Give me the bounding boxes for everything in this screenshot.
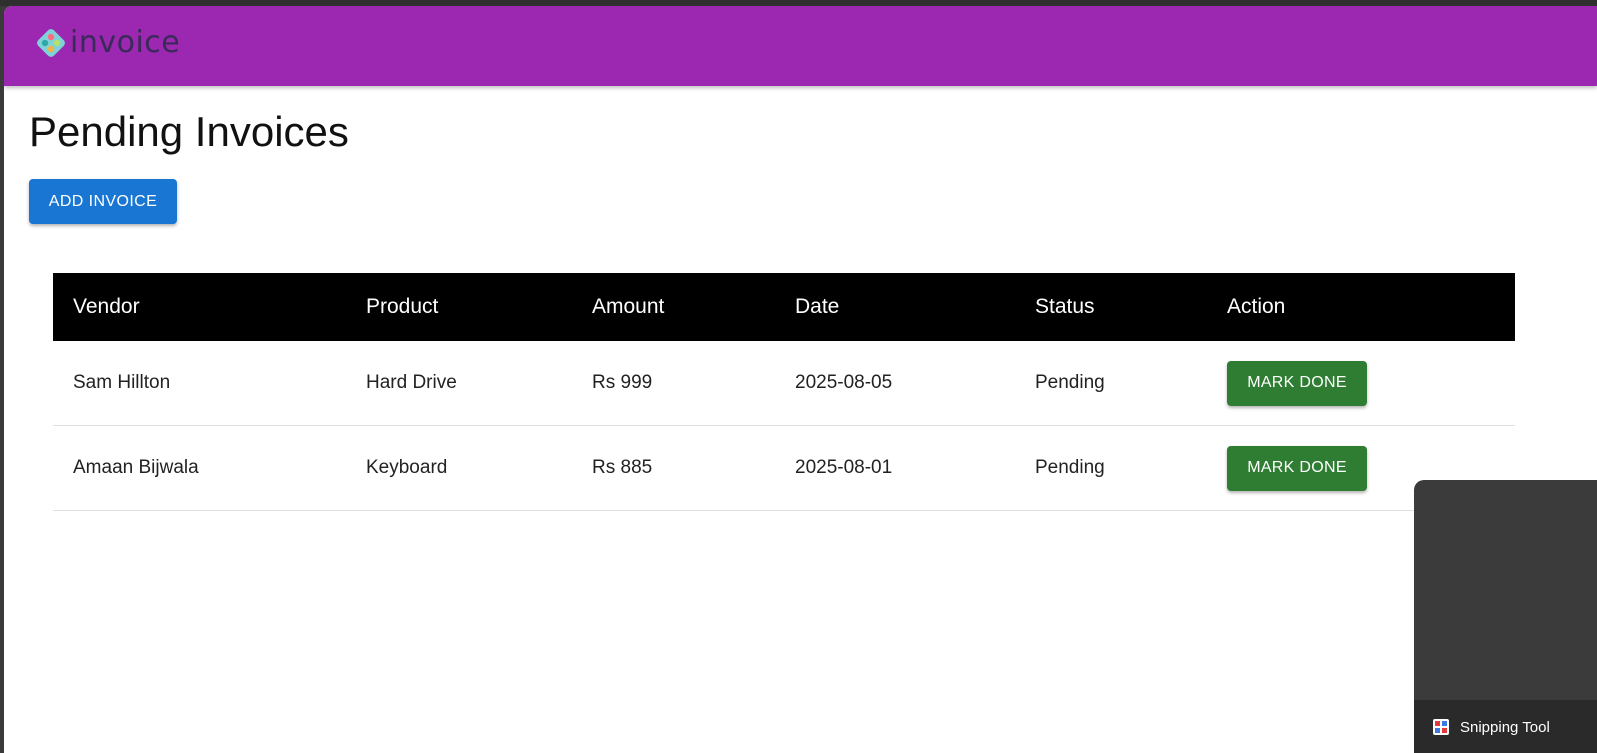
cell-product: Hard Drive (346, 341, 572, 426)
cell-status: Pending (1015, 425, 1207, 511)
cell-amount: Rs 999 (572, 341, 775, 426)
cell-vendor: Sam Hillton (53, 341, 346, 426)
taskbar-preview-popup[interactable]: Snipping Tool (1414, 480, 1597, 753)
column-header-status: Status (1015, 273, 1207, 341)
mark-done-button[interactable]: MARK DONE (1227, 445, 1367, 491)
logo-diamond-icon (37, 29, 65, 57)
table-header-row: Vendor Product Amount Date Status Action (53, 273, 1515, 341)
cell-status: Pending (1015, 341, 1207, 426)
cell-vendor: Amaan Bijwala (53, 425, 346, 511)
app-bar: invoice (4, 6, 1597, 86)
browser-window: invoice Pending Invoices ADD INVOICE Ven… (4, 6, 1597, 753)
table-row: Amaan Bijwala Keyboard Rs 885 2025-08-01… (53, 425, 1515, 511)
add-invoice-button[interactable]: ADD INVOICE (29, 179, 177, 224)
app-logo[interactable]: invoice (34, 26, 180, 60)
column-header-action: Action (1207, 273, 1515, 341)
column-header-product: Product (346, 273, 572, 341)
invoices-table: Vendor Product Amount Date Status Action… (53, 273, 1515, 511)
column-header-vendor: Vendor (53, 273, 346, 341)
cell-date: 2025-08-05 (775, 341, 1015, 426)
cell-date: 2025-08-01 (775, 425, 1015, 511)
column-header-amount: Amount (572, 273, 775, 341)
mark-done-button[interactable]: MARK DONE (1227, 360, 1367, 406)
page-title: Pending Invoices (29, 108, 349, 155)
table-row: Sam Hillton Hard Drive Rs 999 2025-08-05… (53, 341, 1515, 426)
snipping-tool-icon (1433, 719, 1449, 735)
snipping-tool-entry[interactable]: Snipping Tool (1432, 718, 1550, 736)
cell-action: MARK DONE (1207, 341, 1515, 426)
cell-product: Keyboard (346, 425, 572, 511)
logo-text: invoice (70, 25, 181, 60)
snipping-tool-label: Snipping Tool (1460, 718, 1550, 736)
cell-amount: Rs 885 (572, 425, 775, 511)
column-header-date: Date (775, 273, 1015, 341)
taskbar-preview-footer: Snipping Tool (1414, 700, 1597, 753)
